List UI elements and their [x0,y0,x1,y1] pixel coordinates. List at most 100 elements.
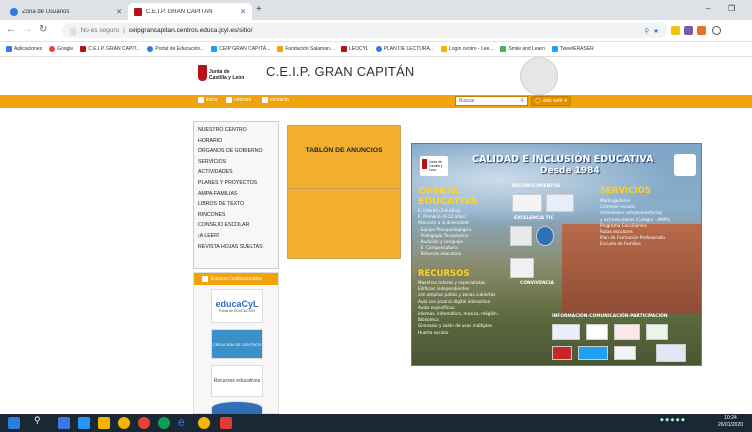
site-search-input[interactable]: Buscar ⚲ [455,96,528,106]
bookmark-item[interactable]: LEOCYL [340,46,369,52]
sidebar-item-horario[interactable]: HORARIO [198,136,274,147]
site-header: Junta de Castilla y León C.E.I.P. GRAN CA… [0,57,752,95]
extension-icon[interactable] [684,26,693,35]
tab-zona-usuarios[interactable]: Zona de Usuarios ✕ [4,3,128,20]
sitio-web-button[interactable]: ◯ sitio web ▾ [531,96,571,106]
tab-title: C.E.I.P. GRAN CAPITÁN [146,8,213,15]
junta-logo[interactable]: Junta de Castilla y León [198,63,248,95]
folder-icon[interactable] [98,417,110,429]
sidebar-item-planes[interactable]: PLANES Y PROYECTOS [198,178,274,189]
tablon-anuncios[interactable]: TABLÓN DE ANUNCIOS [287,125,401,189]
school-poster[interactable]: Junta de Castilla y León CALIDAD E INCLUS… [411,143,702,366]
poster-info: INFORMACIÓN-COMUNICACIÓN-PARTICIPACIÓN [552,314,668,319]
nav-noticias[interactable]: noticias [226,97,251,103]
bookmark-item[interactable]: Aplicaciones [6,46,42,52]
bookmark-favicon-icon [551,46,558,52]
plan-tic-icon [510,226,532,246]
tab-gran-capitan[interactable]: C.E.I.P. GRAN CAPITÁN ✕ [128,3,252,20]
sidebar-item-rincones[interactable]: RINCONES [198,210,274,221]
bookmark-item[interactable]: TweetERASER [551,46,594,52]
tab-title: Zona de Usuarios [22,8,70,15]
info-icon[interactable]: ⓘ [70,26,77,36]
social-icon [586,324,608,340]
chrome-icon[interactable] [118,417,130,429]
close-tab-icon[interactable]: ✕ [116,8,122,16]
windows-start-icon[interactable] [8,417,20,429]
bookmark-item[interactable]: Portal de Educación... [147,46,204,52]
sidebar-item-actividades[interactable]: ACTIVIDADES [198,167,274,178]
profile-icon[interactable] [712,26,721,35]
globe-link-icon[interactable] [211,401,263,415]
taskbar-app-icon[interactable] [158,417,170,429]
social-icon [646,324,668,340]
poster-servicios-title: SERVICIOS [600,186,651,196]
bookmark-favicon-icon [340,46,347,52]
poster-recursos-title: RECURSOS [418,269,470,279]
back-icon[interactable]: ← [6,24,16,35]
sidebar-item-revista[interactable]: REVISTA HOJAS SUELTAS [198,242,274,253]
recursos-educativos-link[interactable]: Recursos educativos [211,365,263,397]
search-icon[interactable]: ⚲ [34,415,46,427]
sidebar-item-ampa[interactable]: AMPA-FAMILIAS [198,189,274,200]
nav-contacto[interactable]: contacto [262,97,289,103]
bookmark-item[interactable]: Login centro - Lee... [440,46,493,52]
bookmark-item[interactable]: CEIP GRAN CAPITÁ... [211,46,270,52]
home-icon [198,97,204,103]
restore-button[interactable]: ❐ [728,4,735,13]
search-icon[interactable]: ⚲ [644,27,649,35]
award-badge-icon [546,194,574,212]
minimize-button[interactable]: – [706,4,710,13]
social-icon [614,324,640,340]
poster-oferta-title: OFERTA EDUCATIVA [418,186,478,207]
url-text[interactable]: ceipgrancapitan.centros.educa.jcyl.es/si… [129,27,253,34]
reload-icon[interactable]: ↻ [39,24,47,35]
nav-inicio[interactable]: inicio [198,97,217,103]
sidebar-item-servicios[interactable]: SERVICIOS [198,157,274,168]
security-label: No es seguro [80,27,120,34]
bookmark-item[interactable]: PLAN DE LECTURA... [375,46,434,52]
tray-icons[interactable]: ◆ ◆ ◆ ◆ ◆ [660,417,685,423]
pdf-icon[interactable] [220,417,232,429]
taskbar-app-icon[interactable] [78,417,90,429]
taskbar-app-icon[interactable] [198,417,210,429]
windows-taskbar: ⚲ e ◆ ◆ ◆ ◆ ◆ 10:24 26/01/2020 [0,414,752,432]
globe-icon [520,57,558,95]
sidebar-item-consejo[interactable]: CONSEJO ESCOLAR [198,220,274,231]
extension-icon[interactable] [671,26,680,35]
bookmark-favicon-icon [147,46,154,52]
poster-excelencia: EXCELENCIA TIC [514,216,554,221]
poster-desde: Desde 1984 [540,166,600,176]
address-bar[interactable]: ⓘ No es seguro | ceipgrancapitan.centros… [62,23,667,38]
sidebar-item-organos[interactable]: ÓRGANOS DE GOBIERNO [198,146,274,157]
bookmark-item[interactable]: Smile and Learn [500,46,545,52]
enlaces-header: Enlaces Institucionales [194,273,278,285]
bookmark-favicon-icon [80,46,87,52]
extension-icon[interactable] [697,26,706,35]
sidebar-menu: NUESTRO CENTRO HORARIO ÓRGANOS DE GOBIER… [193,121,279,269]
bookmark-item[interactable]: Fundación Salaman... [277,46,334,52]
star-icon[interactable]: ★ [653,27,659,35]
poster-junta-logo: Junta de Castilla y León [420,156,448,176]
new-tab-button[interactable]: + [256,4,262,15]
sidebar-item-libros[interactable]: LIBROS DE TEXTO [198,199,274,210]
google-icon [49,46,56,52]
sidebar-item-a-leer[interactable]: ¡A LEER! [198,231,274,242]
clock[interactable]: 10:24 26/01/2020 [718,415,743,429]
bookmarks-bar: Aplicaciones Google C.E.I.P. GRAN CAPIT.… [0,42,752,57]
browser-toolbar: ← → ↻ ⓘ No es seguro | ceipgrancapitan.c… [0,20,752,42]
close-tab-icon[interactable]: ✕ [240,8,246,16]
bookmark-favicon-icon [211,46,218,52]
taskbar-app-icon[interactable] [138,417,150,429]
poster-reconocimientos: RECONOCIMIENTOS [512,184,561,189]
shield-icon [198,65,207,81]
forward-icon[interactable]: → [22,24,32,35]
globe-small-icon: ◯ [535,98,541,104]
educacyl-link[interactable]: educaCyL Portal de EDUCACIÓN [211,289,263,323]
bookmark-item[interactable]: C.E.I.P. GRAN CAPIT... [80,46,140,52]
search-icon[interactable]: ⚲ [520,98,524,104]
bookmark-item[interactable]: Google [49,46,73,52]
edge-icon[interactable]: e [178,415,190,429]
creacion-centros-link[interactable]: CREACIÓN DE CENTROS [211,329,263,359]
sidebar-item-nuestro-centro[interactable]: NUESTRO CENTRO [198,125,274,136]
taskbar-app-icon[interactable] [58,417,70,429]
